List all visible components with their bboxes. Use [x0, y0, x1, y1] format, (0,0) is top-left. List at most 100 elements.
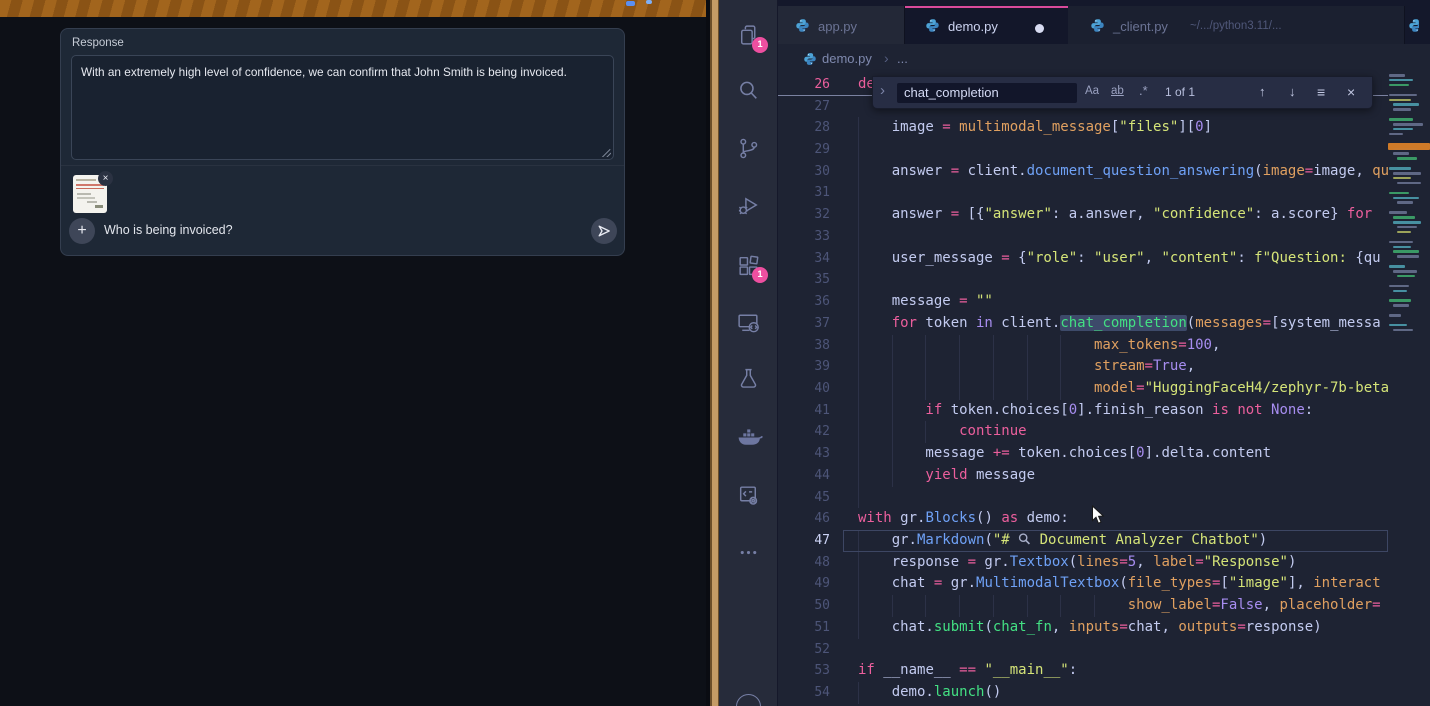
line-number[interactable]: 53 [790, 660, 830, 682]
sidebar-item-run-debug[interactable] [719, 181, 778, 229]
code-line-30[interactable]: 30answer = client.document_question_answ… [778, 161, 1430, 183]
code-line-34[interactable]: 34user_message = {"role": "user", "conte… [778, 248, 1430, 270]
run-button[interactable] [1425, 14, 1430, 37]
line-number[interactable]: 51 [790, 617, 830, 639]
code-line-47[interactable]: 47gr.Markdown("# Document Analyzer Chatb… [778, 530, 1430, 552]
code-line-48[interactable]: 48response = gr.Textbox(lines=5, label="… [778, 552, 1430, 574]
indent-guide [858, 335, 859, 357]
code-line-35[interactable]: 35 [778, 269, 1430, 291]
line-number[interactable]: 41 [790, 400, 830, 422]
line-number[interactable]: 39 [790, 356, 830, 378]
line-number[interactable]: 32 [790, 204, 830, 226]
line-number[interactable]: 54 [790, 682, 830, 704]
line-number[interactable]: 28 [790, 117, 830, 139]
line-number[interactable]: 50 [790, 595, 830, 617]
line-number[interactable]: 42 [790, 421, 830, 443]
task-runner-icon [736, 483, 761, 508]
line-number[interactable]: 47 [790, 530, 830, 552]
next-match-button[interactable]: ↓ [1289, 84, 1296, 99]
line-number[interactable]: 52 [790, 639, 830, 661]
indent-guide [858, 617, 859, 639]
chat-input-text[interactable]: Who is being invoiced? [104, 223, 233, 237]
find-in-selection-button[interactable]: ≡ [1317, 84, 1325, 100]
code-line-31[interactable]: 31 [778, 182, 1430, 204]
breadcrumb-file[interactable]: demo.py [822, 51, 872, 66]
sidebar-item-task-runner[interactable] [719, 471, 778, 519]
code-line-38[interactable]: 38max_tokens=100, [778, 335, 1430, 357]
response-textarea[interactable]: With an extremely high level of confiden… [71, 55, 614, 160]
code-line-53[interactable]: 53if __name__ == "__main__": [778, 660, 1430, 682]
close-find-button[interactable]: × [1347, 84, 1355, 100]
line-number[interactable]: 46 [790, 508, 830, 530]
code-line-41[interactable]: 41if token.choices[0].finish_reason is n… [778, 400, 1430, 422]
line-number[interactable]: 37 [790, 313, 830, 335]
line-number[interactable]: 26 [790, 74, 830, 96]
code-line-49[interactable]: 49chat = gr.MultimodalTextbox(file_types… [778, 573, 1430, 595]
line-number[interactable]: 35 [790, 269, 830, 291]
sidebar-item-docker[interactable] [719, 413, 778, 461]
modified-dot[interactable] [1035, 24, 1044, 33]
code-line-32[interactable]: 32answer = [{"answer": a.answer, "confid… [778, 204, 1430, 226]
code-line-33[interactable]: 33 [778, 226, 1430, 248]
line-number[interactable]: 31 [790, 182, 830, 204]
line-number[interactable]: 33 [790, 226, 830, 248]
indent-guide [858, 595, 859, 617]
line-number[interactable]: 40 [790, 378, 830, 400]
regex-toggle[interactable]: .* [1139, 83, 1148, 98]
code-line-51[interactable]: 51chat.submit(chat_fn, inputs=chat, outp… [778, 617, 1430, 639]
line-number[interactable]: 30 [790, 161, 830, 183]
sidebar-item-more-views[interactable] [719, 528, 778, 576]
sidebar-item-explorer[interactable]: 1 [719, 11, 778, 59]
tab-client-py[interactable]: _client.py ~/.../python3.11/... [1068, 6, 1405, 44]
sidebar-item-search[interactable] [719, 66, 778, 114]
line-number[interactable]: 44 [790, 465, 830, 487]
resize-handle[interactable] [601, 147, 611, 157]
sidebar-item-extensions[interactable]: 1 [719, 241, 778, 289]
code-line-42[interactable]: 42continue [778, 421, 1430, 443]
editor-actions [1419, 6, 1430, 44]
sidebar-item-testing[interactable] [719, 354, 778, 402]
remove-attachment-button[interactable]: × [98, 171, 113, 186]
minimap-line [1397, 182, 1421, 185]
line-number[interactable]: 29 [790, 139, 830, 161]
code-line-52[interactable]: 52 [778, 639, 1430, 661]
code-line-39[interactable]: 39stream=True, [778, 356, 1430, 378]
code-line-44[interactable]: 44yield message [778, 465, 1430, 487]
line-number[interactable]: 43 [790, 443, 830, 465]
tab-demo-py[interactable]: demo.py [905, 6, 1068, 44]
find-input[interactable]: chat_completion [897, 83, 1077, 103]
indent-guide [1060, 595, 1061, 617]
code-line-37[interactable]: 37for token in client.chat_completion(me… [778, 313, 1430, 335]
code-line-50[interactable]: 50show_label=False, placeholder= [778, 595, 1430, 617]
minimap-line [1389, 265, 1405, 268]
whole-word-toggle[interactable]: ab [1111, 85, 1124, 97]
match-case-toggle[interactable]: Aa [1085, 85, 1099, 97]
minimap-line [1397, 255, 1419, 258]
account-icon[interactable] [736, 694, 761, 706]
line-number[interactable]: 49 [790, 573, 830, 595]
add-file-button[interactable]: + [69, 218, 95, 244]
code-line-43[interactable]: 43message += token.choices[0].delta.cont… [778, 443, 1430, 465]
code-line-54[interactable]: 54demo.launch() [778, 682, 1430, 704]
code-line-28[interactable]: 28image = multimodal_message["files"][0] [778, 117, 1430, 139]
code-line-40[interactable]: 40model="HuggingFaceH4/zephyr-7b-beta [778, 378, 1430, 400]
tab-app-py[interactable]: app.py [778, 6, 905, 44]
breadcrumb-symbol[interactable]: ... [897, 51, 908, 66]
minimap[interactable] [1388, 74, 1430, 706]
toggle-replace-chevron[interactable]: › [880, 82, 885, 99]
line-number[interactable]: 27 [790, 96, 830, 118]
prev-match-button[interactable]: ↑ [1259, 84, 1266, 99]
line-number[interactable]: 48 [790, 552, 830, 574]
sidebar-item-remote-explorer[interactable] [719, 298, 778, 346]
line-number[interactable]: 45 [790, 487, 830, 509]
play-icon [1425, 14, 1430, 34]
line-number[interactable]: 38 [790, 335, 830, 357]
send-button[interactable] [591, 218, 617, 244]
code-line-29[interactable]: 29 [778, 139, 1430, 161]
indent-guide [1060, 335, 1061, 357]
line-number[interactable]: 34 [790, 248, 830, 270]
line-number[interactable]: 36 [790, 291, 830, 313]
code-line-36[interactable]: 36message = "" [778, 291, 1430, 313]
minimap-line [1393, 177, 1411, 180]
sidebar-item-source-control[interactable] [719, 124, 778, 172]
